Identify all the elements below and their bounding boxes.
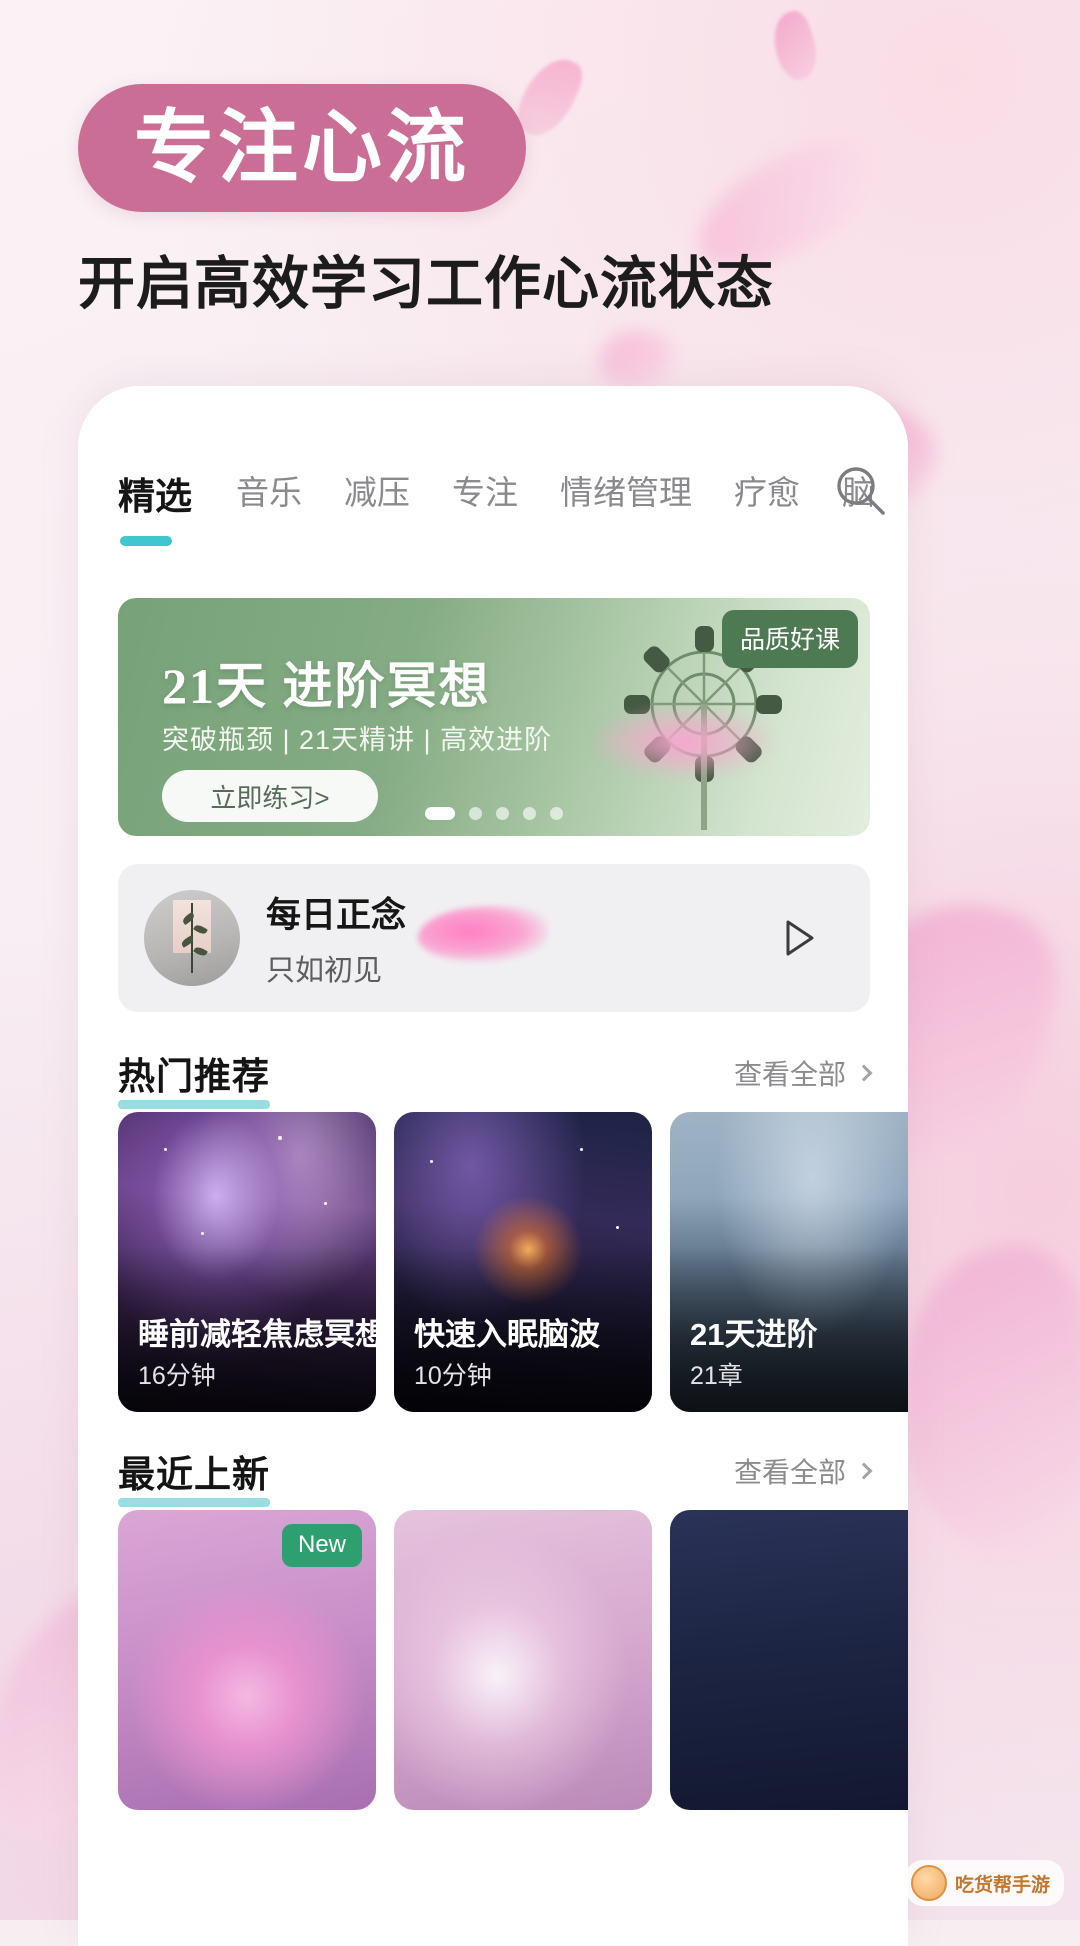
course-card[interactable]: 快速入眠脑波 10分钟 — [394, 1112, 652, 1412]
card-artwork — [670, 1510, 908, 1810]
new-badge: New — [281, 1524, 362, 1567]
view-all-label: 查看全部 — [733, 1059, 846, 1090]
view-all-new-button[interactable]: 查看全部 — [733, 1451, 873, 1491]
tab-jianya[interactable]: 减压 — [344, 464, 410, 514]
section-title-underline — [118, 1100, 270, 1109]
card-artwork — [394, 1510, 652, 1810]
daily-text-block: 每日正念 只如初见 — [266, 887, 406, 989]
card-title: 21天进阶 — [690, 1317, 818, 1352]
section-header-hot: 热门推荐 查看全部 — [118, 1046, 873, 1109]
course-card[interactable]: 睡前减轻焦虑冥想 16分钟 — [118, 1112, 376, 1412]
section-title: 最近上新 — [118, 1454, 270, 1495]
tab-zhuanzhu[interactable]: 专注 — [452, 464, 518, 514]
app-screen: 精选 音乐 减压 专注 情绪管理 疗愈 脑 品质好课 21天 进阶冥想 突破瓶颈… — [78, 386, 908, 1946]
search-icon[interactable] — [832, 462, 890, 520]
daily-mindfulness-card[interactable]: 每日正念 只如初见 — [118, 864, 870, 1012]
course-card[interactable]: 21天进阶 21章 — [670, 1112, 908, 1412]
carousel-dot[interactable] — [523, 807, 536, 820]
section-title-wrap: 最近上新 — [118, 1444, 270, 1507]
carousel-dot[interactable] — [496, 807, 509, 820]
carousel-dot[interactable] — [425, 807, 455, 820]
watermark-icon — [910, 1865, 947, 1901]
tab-jingxuan[interactable]: 精选 — [118, 464, 192, 546]
carousel-dots[interactable] — [425, 807, 563, 820]
banner-subtitle: 突破瓶颈 | 21天精讲 | 高效进阶 — [162, 725, 553, 755]
quality-badge: 品质好课 — [721, 610, 858, 668]
tab-liaoyu[interactable]: 疗愈 — [734, 464, 800, 514]
card-title: 快速入眠脑波 — [414, 1317, 600, 1352]
watermark: 吃货帮手游 — [904, 1860, 1064, 1906]
view-all-hot-button[interactable]: 查看全部 — [733, 1053, 873, 1093]
course-card[interactable]: New — [118, 1510, 376, 1810]
daily-title: 每日正念 — [266, 896, 407, 935]
tab-active-underline — [120, 536, 172, 546]
chevron-right-icon — [855, 1064, 873, 1082]
section-title-underline — [118, 1498, 270, 1507]
course-card[interactable] — [670, 1510, 908, 1810]
tab-yinyue[interactable]: 音乐 — [236, 464, 302, 514]
headline-text: 专注心流 — [134, 103, 470, 192]
headline-pill: 专注心流 — [78, 84, 526, 212]
carousel-dot[interactable] — [469, 807, 482, 820]
card-meta: 21章 — [690, 1362, 743, 1390]
section-title-wrap: 热门推荐 — [118, 1046, 270, 1109]
section-title: 热门推荐 — [118, 1056, 270, 1097]
section-header-new: 最近上新 查看全部 — [118, 1444, 873, 1507]
play-icon[interactable] — [774, 914, 822, 962]
carousel-dot[interactable] — [550, 807, 563, 820]
card-title: 睡前减轻焦虑冥想 — [138, 1317, 376, 1352]
category-tab-bar: 精选 音乐 减压 专注 情绪管理 疗愈 脑 — [78, 464, 908, 560]
phone-mockup: 精选 音乐 减压 专注 情绪管理 疗愈 脑 品质好课 21天 进阶冥想 突破瓶颈… — [78, 386, 908, 1946]
petal-decoration — [418, 906, 548, 962]
card-meta: 10分钟 — [414, 1362, 492, 1390]
promo-banner-card[interactable]: 品质好课 21天 进阶冥想 突破瓶颈 | 21天精讲 | 高效进阶 立即练习> — [118, 598, 870, 836]
card-row-hot[interactable]: 睡前减轻焦虑冥想 16分钟 快速入眠脑波 10分钟 21天进阶 21章 — [118, 1112, 908, 1412]
chevron-right-icon — [855, 1462, 873, 1480]
petal-glow-decoration — [594, 706, 774, 778]
card-row-new[interactable]: New — [118, 1510, 908, 1810]
tab-label: 精选 — [118, 476, 192, 517]
banner-title: 21天 进阶冥想 — [162, 658, 491, 714]
view-all-label: 查看全部 — [733, 1457, 846, 1488]
watermark-text: 吃货帮手游 — [954, 1874, 1050, 1896]
card-meta: 16分钟 — [138, 1362, 216, 1390]
practice-now-button[interactable]: 立即练习> — [162, 770, 378, 822]
course-card[interactable] — [394, 1510, 652, 1810]
subheadline-text: 开启高效学习工作心流状态 — [78, 252, 774, 316]
tab-qingxuguanli[interactable]: 情绪管理 — [560, 464, 692, 514]
daily-thumbnail — [144, 890, 240, 986]
daily-subtitle: 只如初见 — [266, 955, 383, 987]
